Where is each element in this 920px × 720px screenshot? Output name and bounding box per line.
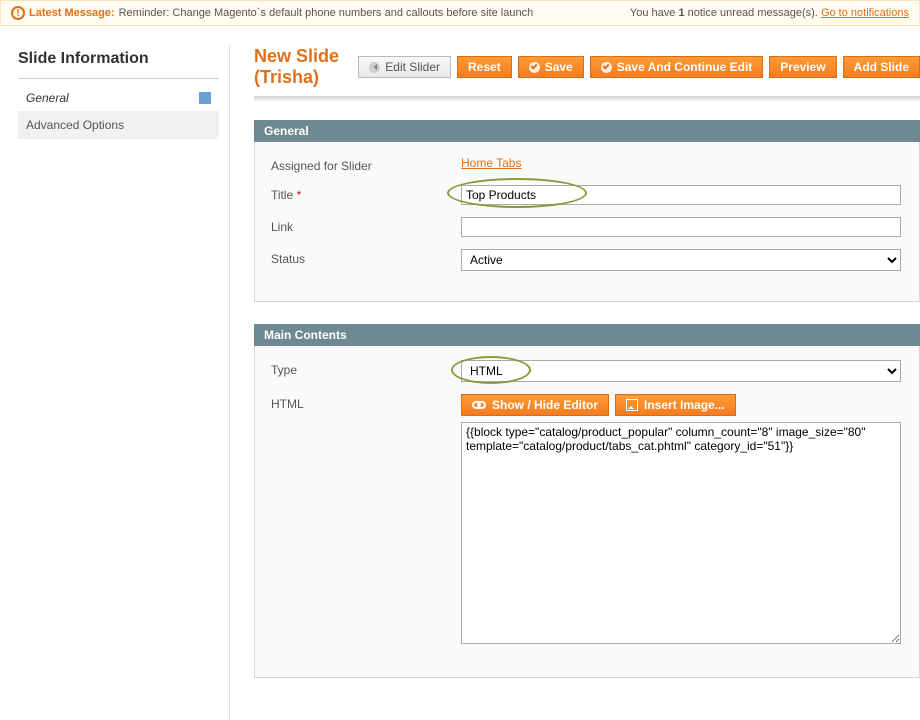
check-icon [601,62,612,73]
save-continue-button[interactable]: Save And Continue Edit [590,56,764,78]
sidebar: Slide Information General Advanced Optio… [0,46,230,720]
general-fieldset: General Assigned for Slider Home Tabs Ti… [254,120,920,302]
notice-unread: You have 1 notice unread message(s). Go … [630,7,909,19]
notice-bar: ! Latest Message: Reminder: Change Magen… [0,0,920,26]
header-divider [254,96,920,102]
title-label: Title * [271,185,461,202]
sidebar-tab-label: Advanced Options [26,118,124,132]
notice-message: Reminder: Change Magento`s default phone… [119,7,534,19]
warning-icon: ! [11,6,25,20]
main-content: New Slide (Trisha) Edit Slider Reset Sav… [230,46,920,720]
back-icon [369,62,380,73]
toolbar: Edit Slider Reset Save Save And Continue… [358,56,920,78]
assigned-label: Assigned for Slider [271,156,461,173]
assigned-slider-link[interactable]: Home Tabs [461,156,521,170]
save-indicator-icon [199,92,211,104]
html-textarea[interactable] [461,422,901,644]
main-contents-fieldset: Main Contents Type HTML HTML [254,324,920,678]
sidebar-tab-label: General [26,91,69,105]
edit-slider-button[interactable]: Edit Slider [358,56,451,78]
reset-button[interactable]: Reset [457,56,512,78]
status-label: Status [271,249,461,266]
title-input[interactable] [461,185,901,205]
sidebar-tab-advanced[interactable]: Advanced Options [18,112,219,139]
type-select[interactable]: HTML [461,360,901,382]
show-hide-editor-button[interactable]: Show / Hide Editor [461,394,609,416]
sidebar-tab-general[interactable]: General [18,85,219,112]
status-select[interactable]: Active [461,249,901,271]
sidebar-title: Slide Information [18,46,219,79]
general-legend: General [254,120,920,142]
link-input[interactable] [461,217,901,237]
go-to-notifications-link[interactable]: Go to notifications [821,7,909,19]
page-title: New Slide (Trisha) [254,46,358,88]
link-label: Link [271,217,461,234]
main-contents-legend: Main Contents [254,324,920,346]
check-icon [529,62,540,73]
eye-icon [472,401,486,409]
insert-image-button[interactable]: Insert Image... [615,394,736,416]
type-label: Type [271,360,461,377]
latest-message-label: Latest Message: [29,7,115,19]
add-slide-button[interactable]: Add Slide [843,56,920,78]
preview-button[interactable]: Preview [769,56,836,78]
image-icon [626,399,638,411]
save-button[interactable]: Save [518,56,584,78]
html-label: HTML [271,394,461,411]
